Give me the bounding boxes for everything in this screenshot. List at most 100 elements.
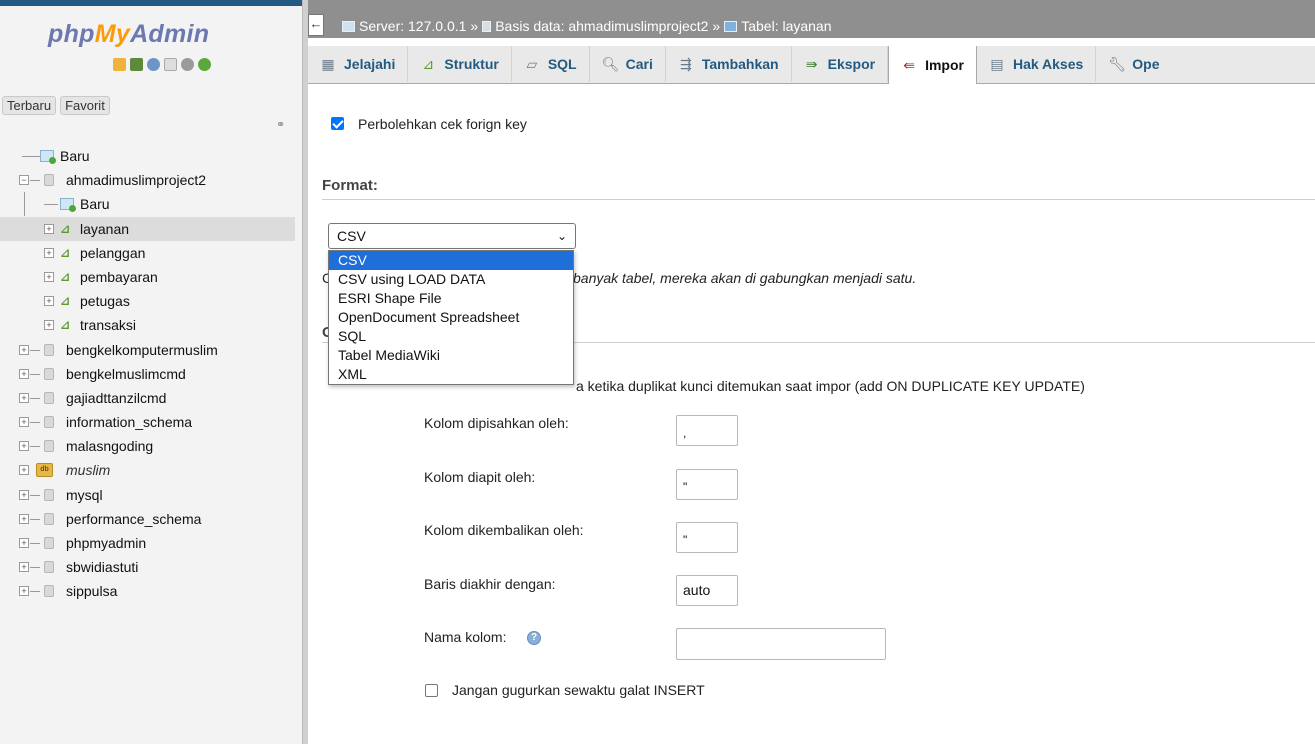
expand-icon[interactable]: + (19, 513, 29, 524)
tree-table-pembayaran[interactable]: + ⊿ pembayaran (0, 265, 295, 289)
tree-db-ahmadimuslimproject2[interactable]: − ahmadimuslimproject2 (0, 168, 295, 192)
expand-icon[interactable]: + (44, 296, 54, 307)
database-icon (44, 391, 54, 404)
tree-label: performance_schema (66, 510, 202, 527)
tab-import[interactable]: ⇚ Impor (888, 46, 977, 84)
privileges-icon: ▤ (990, 55, 1004, 72)
breadcrumb-table[interactable]: Tabel: layanan (741, 18, 831, 34)
expand-icon[interactable]: + (19, 344, 29, 355)
chevron-down-icon: ⌄ (556, 229, 567, 243)
table-icon: ⊿ (60, 245, 71, 260)
tree-db-item[interactable]: + sbwidiastuti (0, 555, 295, 579)
tree-db-item[interactable]: + sippulsa (0, 579, 295, 603)
format-option[interactable]: ESRI Shape File (329, 289, 573, 308)
tab-insert[interactable]: ⇶ Tambahkan (666, 46, 792, 82)
favorite-button[interactable]: Favorit (60, 96, 110, 115)
collapse-nav-icon[interactable]: ← (308, 14, 324, 36)
logo-my: My (94, 20, 131, 48)
breadcrumb-server[interactable]: Server: 127.0.0.1 (359, 18, 466, 34)
tree-line (44, 204, 58, 206)
tree-label: pembayaran (80, 268, 158, 285)
tree-db-item[interactable]: + performance_schema (0, 507, 295, 531)
abort-on-error-checkbox[interactable] (425, 684, 438, 697)
format-option[interactable]: XML (329, 365, 573, 384)
database-icon (482, 20, 492, 32)
tree-table-transaksi[interactable]: + ⊿ transaksi (0, 313, 295, 337)
expand-icon[interactable]: + (44, 320, 54, 331)
tab-sql[interactable]: ▱ SQL (512, 46, 590, 82)
help-icon[interactable]: ? (527, 631, 541, 645)
expand-icon[interactable]: + (19, 538, 29, 548)
table-icon (724, 20, 738, 32)
format-option[interactable]: CSV using LOAD DATA (329, 270, 573, 289)
expand-icon[interactable]: + (19, 441, 29, 452)
tree-table-petugas[interactable]: + ⊿ petugas (0, 289, 295, 313)
table-icon: ⊿ (60, 221, 71, 236)
lines-terminated-input[interactable]: auto (676, 575, 738, 606)
tree-table-pelanggan[interactable]: + ⊿ pelanggan (0, 241, 295, 265)
tab-operations[interactable]: 🔧︎ Ope (1096, 46, 1171, 82)
foreign-key-checkbox[interactable] (331, 117, 344, 130)
reload-icon[interactable] (198, 58, 211, 71)
navigation-panel: phpMyAdmin Terbaru Favorit ⚭ Baru − ahma… (0, 0, 302, 744)
table-tabs: ▦ Jelajahi ⊿ Struktur ▱ SQL 🔍︎ Cari ⇶ Tambahk… (308, 46, 1315, 84)
tree-db-item[interactable]: + db muslim (0, 458, 295, 482)
tab-browse[interactable]: ▦ Jelajahi (308, 46, 409, 82)
new-table-icon (60, 198, 76, 213)
fields-enclosed-input[interactable]: " (676, 469, 738, 500)
format-select[interactable]: CSV ⌄ (328, 223, 576, 249)
expand-icon[interactable]: + (19, 465, 29, 476)
tree-label: information_schema (66, 414, 193, 431)
recent-button[interactable]: Terbaru (2, 96, 57, 115)
expand-icon[interactable]: + (44, 247, 54, 258)
format-option[interactable]: Tabel MediaWiki (329, 346, 573, 365)
phpmyadmin-logo[interactable]: phpMyAdmin (48, 20, 209, 49)
tree-db-item[interactable]: + bengkelmuslimcmd (0, 362, 295, 386)
tab-search[interactable]: 🔍︎ Cari (590, 46, 666, 82)
tree-label: ahmadimuslimproject2 (66, 172, 207, 189)
tree-db-item[interactable]: + gajiadttanzilcmd (0, 386, 295, 410)
tree-db-item[interactable]: + malasngoding (0, 434, 295, 458)
import-icon: ⇚ (903, 56, 915, 73)
database-icon (44, 367, 54, 380)
expand-icon[interactable]: + (19, 489, 29, 500)
tree-db-item[interactable]: + bengkelkomputermuslim (0, 338, 295, 362)
tree-label: bengkelmuslimcmd (66, 365, 186, 382)
expand-icon[interactable]: + (19, 368, 29, 379)
database-tree: Baru − ahmadimuslimproject2 Baru + ⊿ lay… (0, 144, 295, 604)
tree-new-table[interactable]: Baru (0, 192, 295, 217)
help-icon[interactable] (147, 58, 160, 71)
format-option[interactable]: OpenDocument Spreadsheet (329, 308, 573, 327)
tree-line (24, 192, 25, 217)
tree-label: pelanggan (80, 244, 146, 261)
expand-icon[interactable]: + (19, 562, 29, 573)
database-icon (44, 174, 54, 187)
format-option[interactable]: CSV (329, 251, 573, 270)
expand-icon[interactable]: + (19, 586, 29, 597)
tree-db-item[interactable]: + information_schema (0, 410, 295, 434)
expand-icon[interactable]: + (44, 271, 54, 282)
docs-icon[interactable] (164, 58, 177, 71)
format-option[interactable]: SQL (329, 327, 573, 346)
tree-new-database[interactable]: Baru (0, 144, 295, 168)
tree-label: layanan (80, 220, 130, 237)
tab-privileges[interactable]: ▤ Hak Akses (977, 46, 1097, 82)
expand-icon[interactable]: + (44, 223, 54, 234)
settings-icon[interactable] (181, 58, 194, 71)
column-names-input[interactable] (676, 628, 886, 660)
collapse-icon[interactable]: − (19, 175, 29, 186)
expand-icon[interactable]: + (19, 392, 29, 403)
tree-db-item[interactable]: + phpmyadmin (0, 531, 295, 555)
link-icon[interactable]: ⚭ (276, 118, 285, 131)
breadcrumb-database[interactable]: Basis data: ahmadimuslimproject2 (495, 18, 708, 34)
logout-icon[interactable] (130, 58, 143, 71)
tab-export[interactable]: ⇛ Ekspor (792, 46, 889, 82)
tree-db-item[interactable]: + mysql (0, 483, 295, 507)
home-icon[interactable] (113, 58, 126, 71)
fields-escaped-input[interactable]: " (676, 522, 738, 553)
tree-line (30, 591, 40, 593)
expand-icon[interactable]: + (19, 417, 29, 428)
tree-table-layanan[interactable]: + ⊿ layanan (0, 216, 295, 241)
fields-separated-input[interactable]: , (676, 415, 738, 446)
tab-structure[interactable]: ⊿ Struktur (408, 46, 512, 82)
